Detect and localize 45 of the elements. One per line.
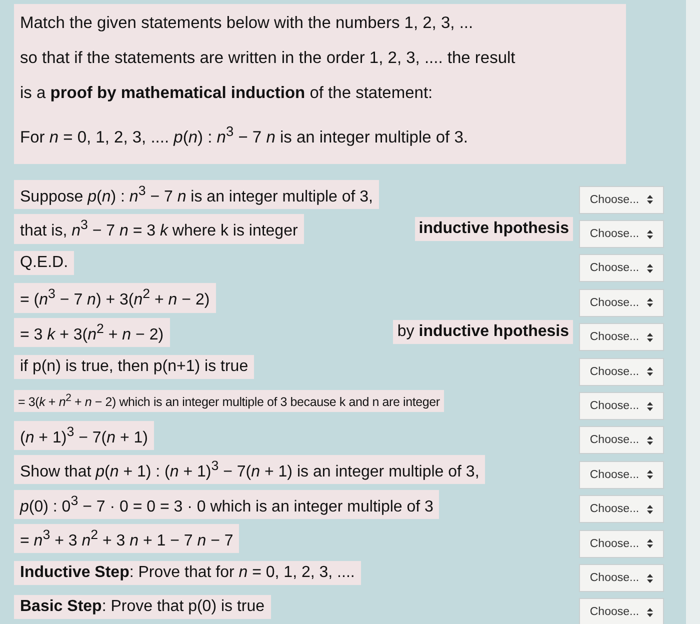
up-down-caret-icon xyxy=(647,608,654,617)
up-down-caret-icon xyxy=(647,298,654,308)
choose-dropdown[interactable]: Choose... xyxy=(579,220,664,248)
choose-dropdown[interactable]: Choose... xyxy=(579,495,664,524)
statement-text: if p(n) is true, then p(n+1) is true xyxy=(14,354,254,379)
choose-dropdown[interactable]: Choose... xyxy=(579,358,664,386)
statement-text: Show that p(n + 1) : (n + 1)$^{3}$ − 7(n + 1) is an integer multiple of 3, xyxy=(14,455,486,484)
choose-dropdown[interactable]: Choose... xyxy=(579,598,664,624)
choose-dropdown[interactable]: Choose... xyxy=(579,323,664,352)
up-down-caret-icon xyxy=(647,539,654,548)
up-down-caret-icon xyxy=(647,332,654,342)
choose-dropdown[interactable]: Choose... xyxy=(579,186,664,214)
instruction-text: so that if the statements are written in the order 1, 2, 3, .... the result xyxy=(20,48,516,69)
up-down-caret-icon xyxy=(647,470,654,480)
note-text: by inductive hpothesis xyxy=(393,320,573,344)
statement-text: (n + 1)$^{3}$ − 7(n + 1) xyxy=(14,420,154,450)
up-down-caret-icon xyxy=(647,504,654,514)
up-down-caret-icon xyxy=(647,367,654,376)
choose-dropdown[interactable]: Choose... xyxy=(579,460,664,489)
instruction-text: is a proof by mathematical induction of the statement: xyxy=(20,83,434,104)
statement-text: For n = 0, 1, 2, 3, .... p(n) : n$^{3}$ − 7 n is an integer multiple of 3. xyxy=(20,123,469,148)
choose-dropdown[interactable]: Choose... xyxy=(579,288,664,317)
statement-text: = 3 k + 3(n$^{2}$ + n − 2) xyxy=(14,318,170,347)
statement-text: p(0) : 0$^{3}$ − 7 · 0 = 0 = 3 · 0 which is an integer multiple of 3 xyxy=(14,490,440,519)
choose-dropdown[interactable]: Choose... xyxy=(579,254,664,282)
choose-dropdown[interactable]: Choose... xyxy=(579,426,664,454)
statement-text: = (n$^{3}$ − 7 n) + 3(n$^{2}$ + n − 2) xyxy=(14,283,216,313)
note-text: inductive hpothesis xyxy=(414,217,573,242)
statement-text: = 3(k + n$^{2}$ + n − 2) which is an integer multiple of 3 because k and n are integer xyxy=(14,390,444,412)
up-down-caret-icon xyxy=(647,402,654,411)
up-down-caret-icon xyxy=(647,574,654,582)
statement-text: Basic Step: Prove that p(0) is true xyxy=(14,595,271,620)
statement-text: = n$^{3}$ + 3 n$^{2}$ + 3 n + 1 − 7 n − 7 xyxy=(14,524,240,554)
statement-text: Suppose p(n) : n$^{3}$ − 7 n is an integer multiple of 3, xyxy=(14,180,379,210)
up-down-caret-icon xyxy=(647,264,654,273)
instruction-text: Match the given statements below with the numbers 1, 2, 3, ... xyxy=(20,13,474,34)
choose-dropdown[interactable]: Choose... xyxy=(579,530,664,558)
up-down-caret-icon xyxy=(647,436,654,445)
up-down-caret-icon xyxy=(647,195,654,204)
statement-text: Q.E.D. xyxy=(14,251,74,276)
up-down-caret-icon xyxy=(647,230,654,239)
choose-dropdown[interactable]: Choose... xyxy=(579,392,664,420)
choose-dropdown[interactable]: Choose... xyxy=(579,564,664,592)
statement-text: that is, n$^{3}$ − 7 n = 3 k where k is integer xyxy=(14,214,304,244)
statement-text: Inductive Step: Prove that for n = 0, 1, 2, 3, .... xyxy=(14,560,361,585)
